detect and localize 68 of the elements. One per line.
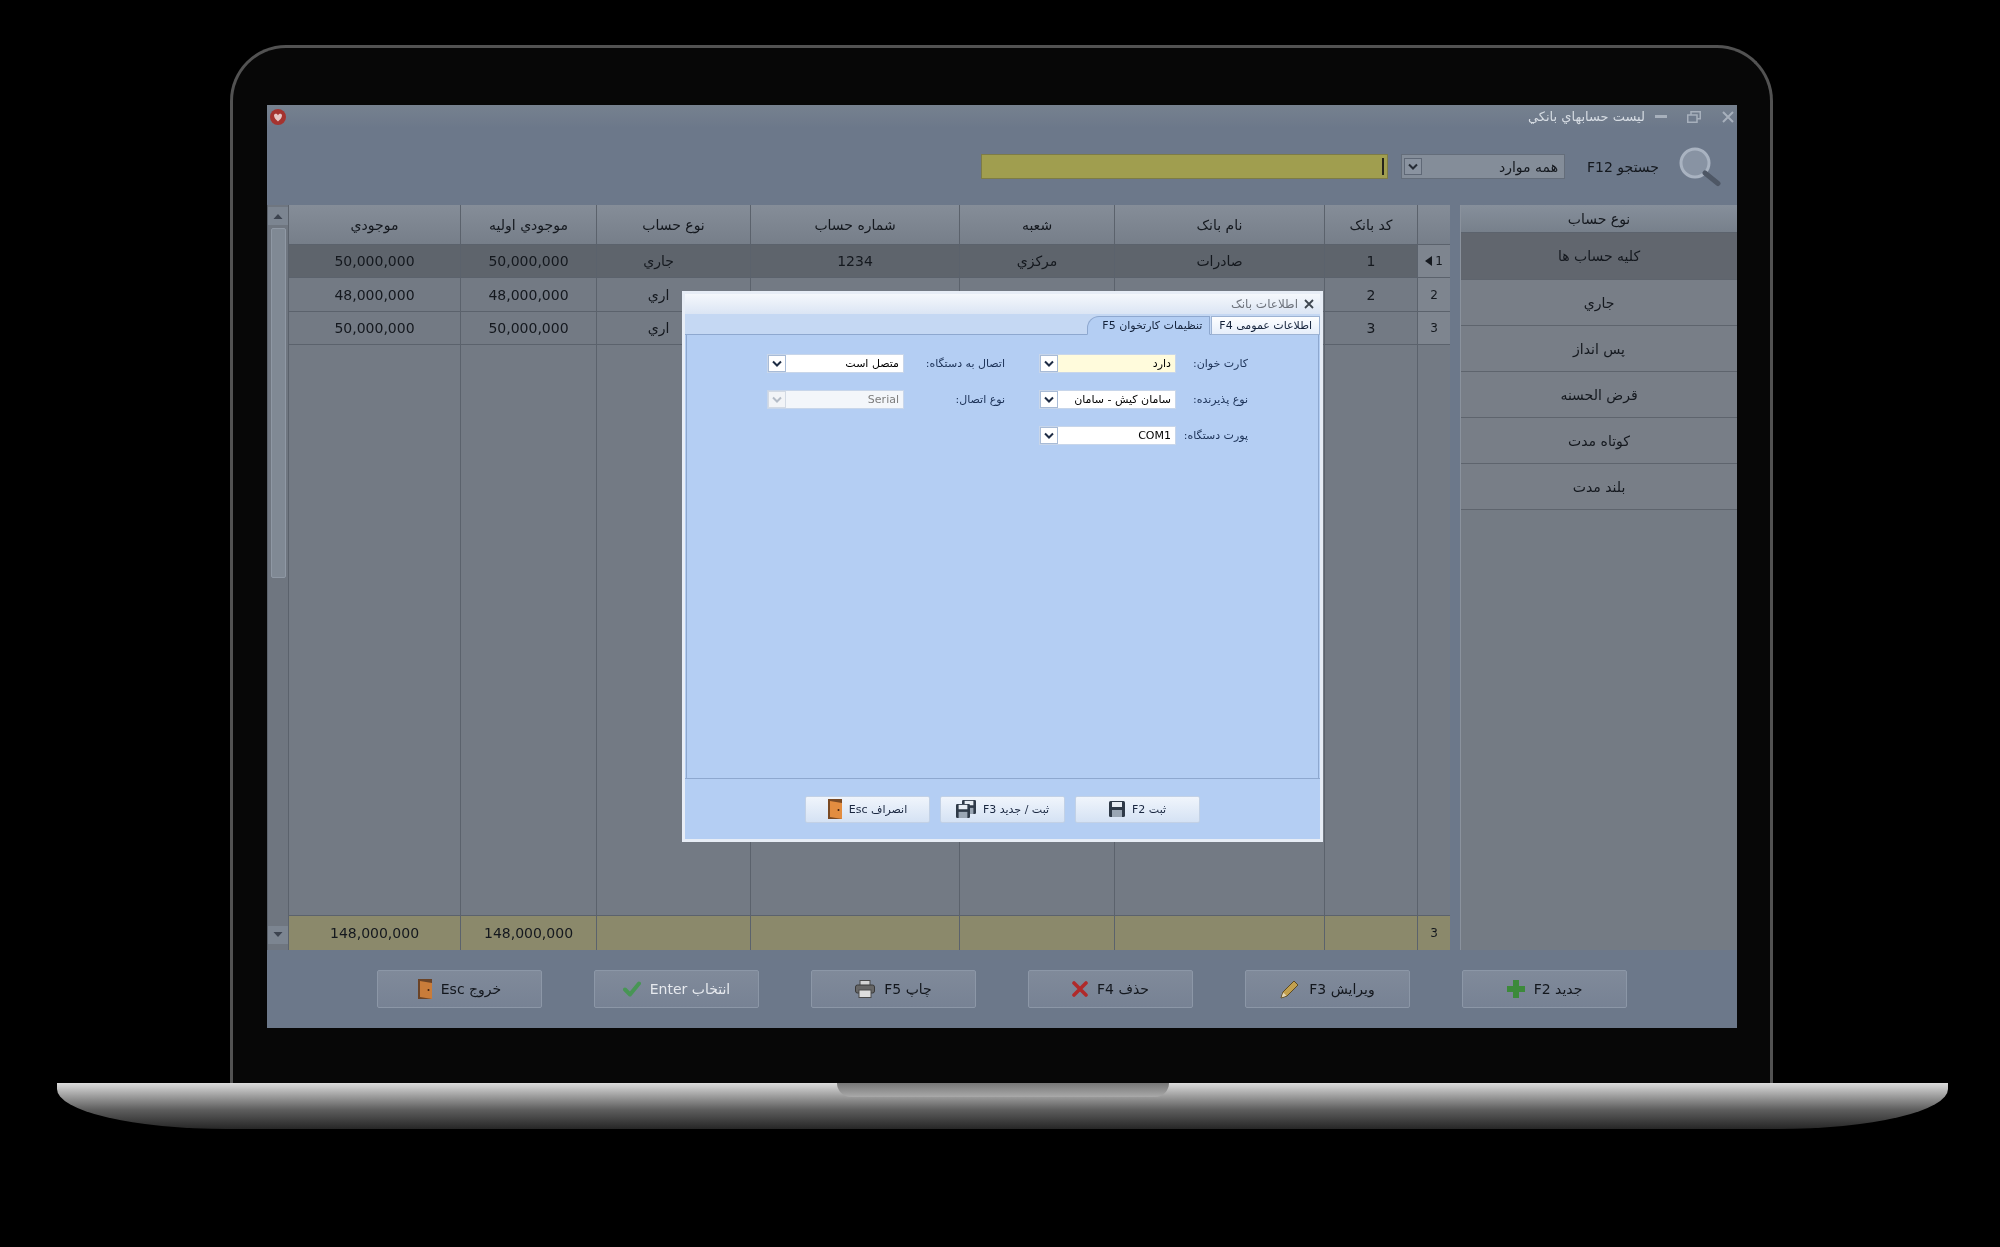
table-cell: جاري: [596, 245, 750, 278]
sidebar-item[interactable]: کوتاه مدت: [1461, 418, 1737, 464]
scroll-up-icon[interactable]: [268, 207, 288, 225]
toolbar-button[interactable]: حذف F4: [1028, 970, 1193, 1008]
vertical-scrollbar[interactable]: [267, 205, 288, 950]
dropdown-field[interactable]: سامان کیش - سامان: [1039, 390, 1176, 409]
checkmark-icon: [622, 981, 641, 997]
door-icon: [417, 979, 432, 999]
search-label: جستجو F12: [1587, 158, 1659, 175]
scope-dropdown[interactable]: همه موارد: [1401, 154, 1566, 179]
window-title: لیست حسابهاي بانکي: [1527, 109, 1645, 124]
field-label: کارت خوان:: [1191, 357, 1248, 370]
table-cell: 1: [1324, 245, 1417, 278]
table-cell: 3: [1324, 312, 1417, 345]
table-cell: 50,000,000: [288, 245, 460, 278]
text-caret: [1382, 158, 1385, 175]
row-header[interactable]: 2: [1417, 278, 1450, 312]
row-number: 3: [1430, 321, 1438, 335]
toolbar-button[interactable]: ویرایش F3: [1245, 970, 1410, 1008]
field-label: پورت دستگاه:: [1182, 429, 1248, 442]
tab[interactable]: اطلاعات عمومی F4: [1211, 316, 1320, 335]
dropdown-field[interactable]: متصل است: [767, 354, 904, 373]
scroll-down-icon[interactable]: [268, 926, 288, 944]
row-count: 3: [1430, 926, 1438, 940]
table-cell: 50,000,000: [460, 245, 596, 278]
table-cell: 1234: [750, 245, 959, 278]
dialog-button[interactable]: انصراف Esc: [805, 795, 930, 823]
field-label: اتصال به دستگاه:: [924, 357, 1005, 370]
close-icon[interactable]: [1304, 299, 1314, 309]
table-cell: 48,000,000: [460, 278, 596, 312]
table-cell: 50,000,000: [460, 312, 596, 345]
cross-icon: [1072, 981, 1089, 997]
dialog-button[interactable]: ثبت / جدید F3: [940, 795, 1065, 823]
row-header[interactable]: 1: [1417, 245, 1450, 278]
field-label: نوع پذیرنده:: [1191, 393, 1248, 406]
search-field[interactable]: [981, 154, 1389, 179]
dropdown-field[interactable]: COM1: [1039, 426, 1176, 445]
table-cell: صادرات: [1114, 245, 1324, 278]
row-header[interactable]: 3: [1417, 312, 1450, 345]
dialog-button[interactable]: ثبت F2: [1075, 795, 1200, 823]
toolbar-button[interactable]: خروج Esc: [377, 970, 542, 1008]
row-number: 2: [1430, 287, 1438, 302]
scrollbar-thumb[interactable]: [270, 228, 286, 578]
app-logo-icon: [270, 108, 286, 125]
sidebar-item[interactable]: بلند مدت: [1461, 464, 1737, 510]
table-cell: 2: [1324, 278, 1417, 312]
door-icon: [827, 799, 842, 819]
printer-icon: [855, 980, 876, 998]
dialog-title: اطلاعات بانک: [1230, 297, 1298, 311]
row-number: 1: [1435, 254, 1443, 268]
tab[interactable]: تنظیمات کارتخوان F5: [1087, 316, 1211, 335]
restore-icon[interactable]: [1687, 110, 1701, 123]
sidebar-item[interactable]: جاري: [1461, 280, 1737, 326]
total-cell: 148,000,000: [460, 916, 596, 950]
field-label: نوع اتصال:: [954, 393, 1005, 406]
search-icon[interactable]: [1678, 146, 1722, 187]
sidebar-item[interactable]: قرض الحسنه: [1461, 372, 1737, 418]
table-cell: مرکزي: [959, 245, 1114, 278]
dropdown-field[interactable]: دارد: [1039, 354, 1176, 373]
floppy-disks-icon: [955, 800, 976, 818]
sidebar-item[interactable]: پس انداز: [1461, 326, 1737, 372]
row-marker-icon: [1425, 256, 1433, 266]
sidebar-header: نوع حساب: [1461, 205, 1737, 233]
pencil-icon: [1280, 979, 1301, 999]
sidebar-item[interactable]: کلیه حساب ها: [1461, 233, 1737, 280]
toolbar-button[interactable]: چاپ F5: [811, 970, 976, 1008]
plus-icon: [1506, 980, 1525, 998]
toolbar-button[interactable]: جدید F2: [1462, 970, 1627, 1008]
